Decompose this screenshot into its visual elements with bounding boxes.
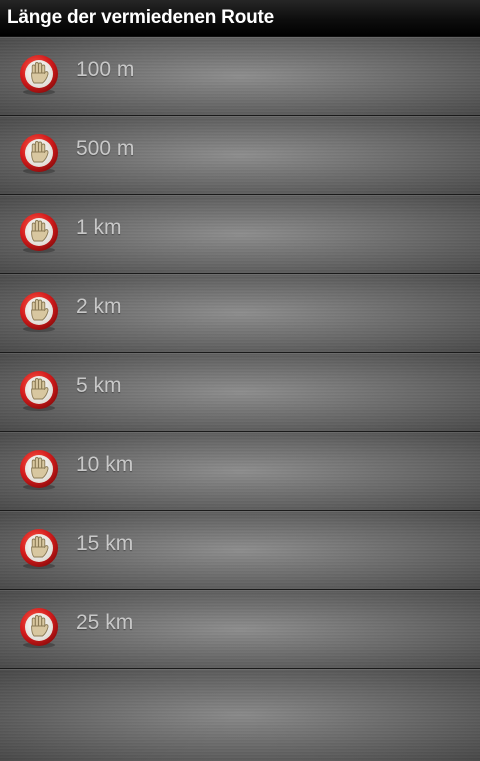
stop-hand-icon	[19, 528, 59, 570]
stop-hand-icon	[19, 291, 59, 333]
list-item-label: 10 km	[76, 453, 134, 476]
list-item-label: 15 km	[76, 532, 134, 555]
distance-list: 100 m 500 m 1 km 2 km 5 km 10 km 15 km 2…	[0, 37, 480, 761]
screen: Länge der vermiedenen Route 100 m 500 m …	[0, 0, 480, 761]
list-item-10km[interactable]: 10 km	[0, 432, 480, 511]
stop-hand-icon	[19, 370, 59, 412]
stop-hand-icon	[19, 212, 59, 254]
list-item-15km[interactable]: 15 km	[0, 511, 480, 590]
stop-hand-icon	[19, 607, 59, 649]
title-bar: Länge der vermiedenen Route	[0, 0, 480, 37]
list-item-100m[interactable]: 100 m	[0, 37, 480, 116]
page-title: Länge der vermiedenen Route	[7, 7, 275, 28]
stop-hand-icon	[19, 449, 59, 491]
list-item-label: 2 km	[76, 295, 122, 318]
list-item-5km[interactable]: 5 km	[0, 353, 480, 432]
list-item-2km[interactable]: 2 km	[0, 274, 480, 353]
stop-hand-icon	[19, 54, 59, 96]
stop-hand-icon	[19, 133, 59, 175]
list-item-label: 1 km	[76, 216, 122, 239]
list-item-label: 500 m	[76, 137, 135, 160]
list-empty-area	[0, 669, 480, 761]
list-item-25km[interactable]: 25 km	[0, 590, 480, 669]
list-item-1km[interactable]: 1 km	[0, 195, 480, 274]
list-item-label: 5 km	[76, 374, 122, 397]
list-item-label: 25 km	[76, 611, 134, 634]
list-item-label: 100 m	[76, 58, 135, 81]
list-item-500m[interactable]: 500 m	[0, 116, 480, 195]
